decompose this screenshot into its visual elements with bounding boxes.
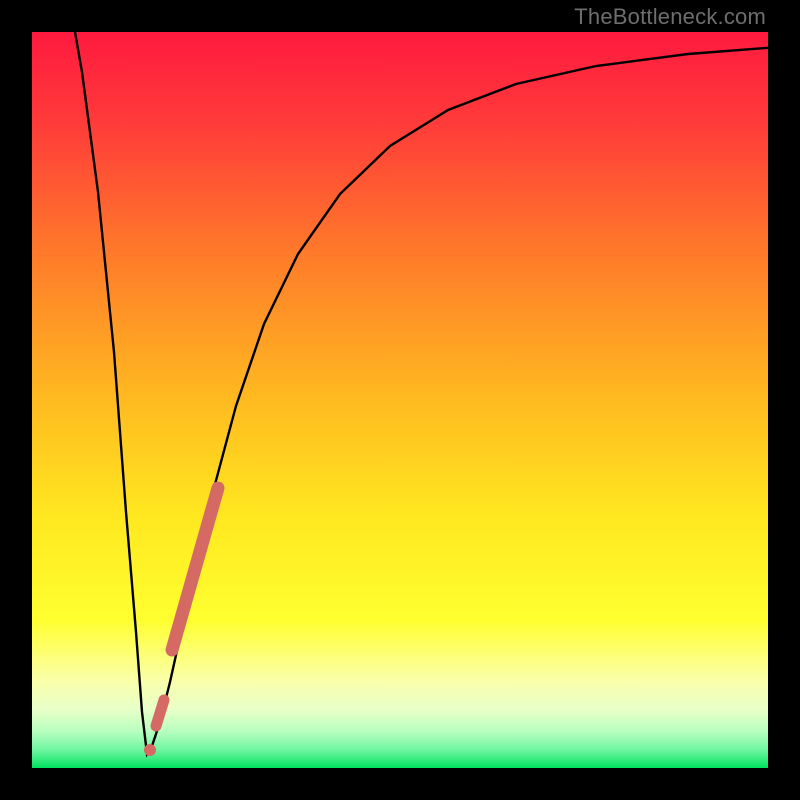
chart-svg: [32, 32, 768, 768]
gradient-background: [32, 32, 768, 768]
accent-dot-2: [144, 744, 156, 756]
outer-frame: TheBottleneck.com: [0, 0, 800, 800]
accent-dot: [156, 700, 164, 726]
watermark-text: TheBottleneck.com: [574, 4, 766, 30]
plot-area: [32, 32, 768, 768]
